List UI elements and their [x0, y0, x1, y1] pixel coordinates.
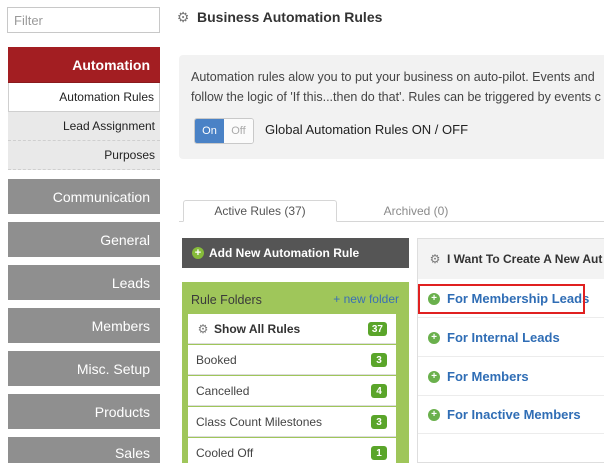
highlight-box: [418, 284, 585, 314]
page-title: Business Automation Rules: [197, 9, 383, 25]
sidebar-item-products[interactable]: Products: [8, 394, 160, 429]
page-header: ⚙ Business Automation Rules: [176, 9, 383, 25]
folder-name: Cancelled: [196, 383, 250, 398]
info-panel: Automation rules alow you to put your bu…: [179, 55, 604, 159]
divider: [418, 356, 604, 357]
folder-name: Class Count Milestones: [196, 414, 323, 429]
tab-archived[interactable]: Archived (0): [370, 200, 462, 222]
gear-icon: ⚙: [197, 321, 209, 336]
toggle-off[interactable]: Off: [224, 119, 253, 143]
option-internal-leads[interactable]: + For Internal Leads: [428, 330, 560, 345]
info-line-1: Automation rules alow you to put your bu…: [191, 70, 595, 84]
gear-icon: ⚙: [176, 9, 190, 25]
toggle-on[interactable]: On: [195, 119, 224, 143]
count-badge: 3: [371, 415, 387, 429]
folder-name: Show All Rules: [214, 321, 301, 336]
folder-row[interactable]: Cooled Off 1: [188, 438, 396, 463]
create-rule-panel: ⚙ I Want To Create A New Aut + For Membe…: [417, 238, 604, 463]
sidebar-item-general[interactable]: General: [8, 222, 160, 257]
sidebar-subitem-purposes[interactable]: Purposes: [8, 141, 160, 170]
divider: [418, 433, 604, 434]
option-members[interactable]: + For Members: [428, 369, 529, 384]
rule-folders-title: Rule Folders: [191, 293, 262, 307]
info-line-2: follow the logic of 'If this...then do t…: [191, 90, 601, 104]
sidebar-item-automation[interactable]: Automation: [8, 47, 160, 83]
folder-row[interactable]: Booked 3: [188, 345, 396, 375]
create-rule-header: ⚙ I Want To Create A New Aut: [418, 239, 604, 279]
option-inactive-members[interactable]: + For Inactive Members: [428, 407, 581, 422]
new-folder-link[interactable]: + new folder: [333, 292, 399, 306]
create-rule-title: I Want To Create A New Aut: [447, 252, 603, 266]
folder-show-all[interactable]: ⚙ Show All Rules 37: [188, 314, 396, 344]
rule-folders-panel: Rule Folders + new folder ⚙ Show All Rul…: [182, 282, 409, 463]
folder-row[interactable]: Class Count Milestones 3: [188, 407, 396, 437]
sidebar-item-leads[interactable]: Leads: [8, 265, 160, 300]
add-rule-label: Add New Automation Rule: [209, 246, 360, 260]
info-description: Automation rules alow you to put your bu…: [191, 67, 604, 107]
plus-icon: +: [428, 331, 440, 344]
plus-icon: +: [428, 408, 440, 421]
option-label: For Members: [447, 369, 529, 384]
divider: [418, 395, 604, 396]
divider: [418, 317, 604, 318]
tab-active-rules[interactable]: Active Rules (37): [183, 200, 337, 222]
plus-icon: +: [192, 247, 204, 259]
sidebar-item-misc-setup[interactable]: Misc. Setup: [8, 351, 160, 386]
toggle-label: Global Automation Rules ON / OFF: [265, 122, 469, 137]
filter-input[interactable]: [7, 7, 160, 33]
sidebar-item-sales[interactable]: Sales: [8, 437, 160, 463]
option-label: For Inactive Members: [447, 407, 581, 422]
gear-icon: ⚙: [429, 252, 441, 266]
global-automation-toggle[interactable]: On Off: [194, 118, 254, 144]
sidebar-item-communication[interactable]: Communication: [8, 179, 160, 214]
count-badge: 1: [371, 446, 387, 460]
option-label: For Internal Leads: [447, 330, 560, 345]
folder-row[interactable]: Cancelled 4: [188, 376, 396, 406]
sidebar-subitem-automation-rules[interactable]: Automation Rules: [8, 83, 160, 112]
plus-icon: +: [428, 370, 440, 383]
sidebar-item-members[interactable]: Members: [8, 308, 160, 343]
folder-name: Cooled Off: [196, 445, 254, 460]
count-badge: 37: [367, 322, 387, 336]
folder-name: Booked: [196, 352, 237, 367]
count-badge: 4: [371, 384, 387, 398]
sidebar-subitem-lead-assignment[interactable]: Lead Assignment: [8, 112, 160, 141]
add-automation-rule-button[interactable]: + Add New Automation Rule: [182, 238, 409, 268]
count-badge: 3: [371, 353, 387, 367]
